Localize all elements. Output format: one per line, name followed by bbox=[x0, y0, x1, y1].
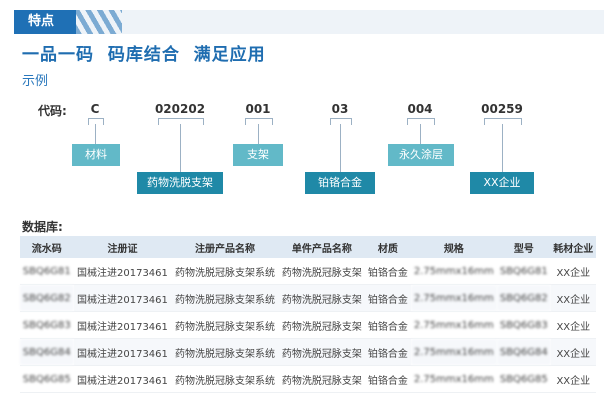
tag-enterprise: XX企业 bbox=[470, 172, 534, 194]
spec-cell: 2.75mmx16mm bbox=[410, 338, 498, 366]
spec-cell: 2.75mmx16mm bbox=[410, 284, 498, 312]
registration-cell: 国械注进20173461 bbox=[73, 338, 172, 366]
tag-product-type: 药物洗脱支架 bbox=[137, 172, 223, 194]
code-label: 代码: bbox=[38, 104, 67, 118]
column-header: 耗材企业 bbox=[550, 236, 596, 258]
tag-category: 支架 bbox=[233, 144, 283, 166]
model-cell: SBQ6G83 bbox=[497, 311, 551, 339]
item-name-cell: 药物洗脱冠脉支架 bbox=[278, 338, 366, 366]
serial-cell: SBQ6G81 bbox=[20, 258, 74, 285]
table-header-row: 流水码 注册证 注册产品名称 单件产品名称 材质 规格 型号 耗材企业 bbox=[20, 236, 596, 258]
connector-3 bbox=[258, 124, 259, 144]
material-cell: 铂铬合金 bbox=[365, 338, 411, 366]
header-stripes-decoration bbox=[76, 10, 122, 34]
table-row: SBQ6G83 国械注进20173461 药物洗脱冠脉支架系统 药物洗脱冠脉支架… bbox=[20, 311, 596, 339]
connector-2 bbox=[180, 124, 181, 172]
model-cell: SBQ6G84 bbox=[497, 338, 551, 366]
bracket-1 bbox=[88, 118, 104, 125]
product-name-cell: 药物洗脱冠脉支架系统 bbox=[171, 338, 279, 366]
bracket-5 bbox=[407, 118, 435, 125]
model-cell: SBQ6G82 bbox=[497, 284, 551, 312]
tag-alloy: 铂铬合金 bbox=[305, 172, 375, 194]
item-name-cell: 药物洗脱冠脉支架 bbox=[278, 311, 366, 339]
tag-material: 材料 bbox=[72, 144, 120, 166]
table-row: SBQ6G81 国械注进20173461 药物洗脱冠脉支架系统 药物洗脱冠脉支架… bbox=[20, 258, 596, 285]
code-segment-5: 004 bbox=[407, 102, 433, 116]
database-label: 数据库: bbox=[22, 220, 63, 234]
table-row: SBQ6G82 国械注进20173461 药物洗脱冠脉支架系统 药物洗脱冠脉支架… bbox=[20, 284, 596, 312]
column-header: 单件产品名称 bbox=[278, 236, 366, 258]
code-segment-1: C bbox=[90, 102, 100, 116]
material-cell: 铂铬合金 bbox=[365, 258, 411, 285]
registration-cell: 国械注进20173461 bbox=[73, 365, 172, 393]
section-header-tab: 特点 bbox=[14, 10, 76, 34]
enterprise-cell: XX企业 bbox=[550, 258, 596, 285]
connector-1 bbox=[95, 124, 96, 144]
column-header: 注册证 bbox=[73, 236, 172, 258]
enterprise-cell: XX企业 bbox=[550, 284, 596, 312]
serial-cell: SBQ6G83 bbox=[20, 311, 74, 339]
tag-coating: 永久涂层 bbox=[388, 144, 454, 166]
table-row: SBQ6G85 国械注进20173461 药物洗脱冠脉支架系统 药物洗脱冠脉支架… bbox=[20, 365, 596, 393]
product-name-cell: 药物洗脱冠脉支架系统 bbox=[171, 284, 279, 312]
serial-cell: SBQ6G82 bbox=[20, 284, 74, 312]
model-cell: SBQ6G85 bbox=[497, 365, 551, 393]
code-segment-2: 020202 bbox=[154, 102, 206, 116]
bracket-4 bbox=[330, 118, 352, 125]
section-header: 特点 bbox=[14, 10, 604, 34]
enterprise-cell: XX企业 bbox=[550, 338, 596, 366]
spec-cell: 2.75mmx16mm bbox=[410, 365, 498, 393]
bracket-2 bbox=[158, 118, 204, 125]
page-title: 一品一码 码库结合 满足应用 bbox=[22, 45, 266, 65]
enterprise-cell: XX企业 bbox=[550, 311, 596, 339]
code-segment-4: 03 bbox=[331, 102, 349, 116]
serial-cell: SBQ6G84 bbox=[20, 338, 74, 366]
database-table: 流水码 注册证 注册产品名称 单件产品名称 材质 规格 型号 耗材企业 SBQ6… bbox=[20, 236, 596, 393]
product-name-cell: 药物洗脱冠脉支架系统 bbox=[171, 258, 279, 285]
serial-cell: SBQ6G85 bbox=[20, 365, 74, 393]
item-name-cell: 药物洗脱冠脉支架 bbox=[278, 258, 366, 285]
bracket-3 bbox=[245, 118, 273, 125]
registration-cell: 国械注进20173461 bbox=[73, 311, 172, 339]
column-header: 材质 bbox=[365, 236, 411, 258]
material-cell: 铂铬合金 bbox=[365, 365, 411, 393]
bracket-6 bbox=[484, 118, 522, 125]
connector-6 bbox=[502, 124, 503, 172]
connector-5 bbox=[420, 124, 421, 144]
material-cell: 铂铬合金 bbox=[365, 311, 411, 339]
registration-cell: 国械注进20173461 bbox=[73, 258, 172, 285]
column-header: 规格 bbox=[410, 236, 498, 258]
column-header: 型号 bbox=[497, 236, 551, 258]
item-name-cell: 药物洗脱冠脉支架 bbox=[278, 284, 366, 312]
example-label: 示例 bbox=[22, 74, 49, 89]
connector-4 bbox=[340, 124, 341, 172]
model-cell: SBQ6G81 bbox=[497, 258, 551, 285]
material-cell: 铂铬合金 bbox=[365, 284, 411, 312]
table-row: SBQ6G84 国械注进20173461 药物洗脱冠脉支架系统 药物洗脱冠脉支架… bbox=[20, 338, 596, 366]
item-name-cell: 药物洗脱冠脉支架 bbox=[278, 365, 366, 393]
column-header: 流水码 bbox=[20, 236, 74, 258]
code-segment-6: 00259 bbox=[481, 102, 523, 116]
spec-cell: 2.75mmx16mm bbox=[410, 311, 498, 339]
product-name-cell: 药物洗脱冠脉支架系统 bbox=[171, 365, 279, 393]
registration-cell: 国械注进20173461 bbox=[73, 284, 172, 312]
column-header: 注册产品名称 bbox=[171, 236, 279, 258]
spec-cell: 2.75mmx16mm bbox=[410, 258, 498, 285]
code-segment-3: 001 bbox=[245, 102, 271, 116]
enterprise-cell: XX企业 bbox=[550, 365, 596, 393]
product-name-cell: 药物洗脱冠脉支架系统 bbox=[171, 311, 279, 339]
